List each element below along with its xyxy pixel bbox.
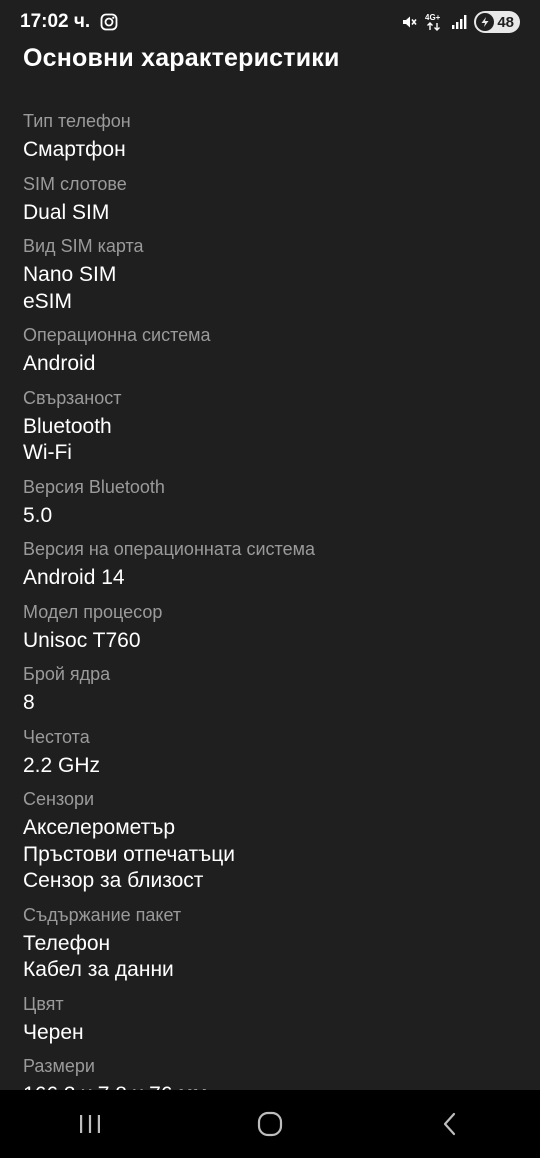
spec-label: Съдържание пакет (23, 904, 182, 925)
back-button[interactable] (410, 1099, 490, 1149)
spec-value: Пръстови отпечатъци (23, 842, 236, 866)
home-button[interactable] (230, 1099, 310, 1149)
recent-apps-button[interactable] (50, 1099, 130, 1149)
spec-bluetooth-version: Версия Bluetooth 5.0 (23, 475, 523, 530)
network-label: 4G+ (425, 13, 441, 22)
status-left: 17:02 ч. (20, 11, 118, 33)
back-icon (439, 1111, 461, 1137)
spec-value: 166.3 x 7.8 x 76 мм (23, 1082, 523, 1090)
spec-label: Размери (23, 1056, 95, 1076)
spec-value: Смартфон (23, 138, 126, 161)
spec-label: Сензори (23, 789, 95, 809)
spec-connectivity: Свързаност Bluetooth Wi-Fi (23, 386, 523, 467)
spec-sim-slots: SIM слотове Dual SIM (23, 172, 523, 227)
spec-label: Версия Bluetooth (23, 476, 165, 497)
spec-frequency: Честота 2.2 GHz (23, 725, 523, 780)
status-right: 4G+ 48 (400, 11, 520, 33)
spec-phone-type: Тип телефон Смартфон (23, 109, 523, 164)
spec-label: Операционна система (23, 325, 211, 345)
page-title: Основни характеристики (23, 44, 340, 72)
status-bar: 17:02 ч. 4G+ 48 (0, 0, 540, 44)
spec-value: Кабел за данни (23, 958, 174, 981)
spec-value: Сензор за близост (23, 869, 204, 892)
spec-value: Android (23, 352, 96, 375)
signal-icon (450, 13, 468, 31)
navigation-bar (0, 1090, 540, 1158)
spec-os-version: Версия на операционната система Android … (23, 537, 523, 592)
spec-value: Android 14 (23, 566, 125, 589)
spec-label: Свързаност (23, 387, 122, 408)
spec-label: Версия на операционната система (23, 539, 315, 559)
spec-sensors: Сензори Акселерометър Пръстови отпечатъц… (23, 787, 523, 895)
spec-processor-model: Модел процесор Unisoc T760 (23, 600, 523, 655)
spec-value: 2.2 GHz (23, 753, 101, 777)
spec-sim-type: Вид SIM карта Nano SIM eSIM (23, 234, 523, 315)
spec-list: Тип телефон Смартфон SIM слотове Dual SI… (23, 109, 523, 1090)
spec-label: Честота (23, 726, 90, 747)
recent-apps-icon (77, 1113, 103, 1135)
network-4g-icon: 4G+ (424, 12, 444, 32)
instagram-icon (100, 13, 118, 31)
spec-value: Dual SIM (23, 200, 110, 224)
mute-icon (400, 13, 418, 31)
spec-value: Телефон (23, 931, 111, 955)
spec-value: Акселерометър (23, 816, 176, 839)
spec-os: Операционна система Android (23, 323, 523, 378)
battery-saver-icon (476, 13, 495, 31)
spec-dimensions: Размери 166.3 x 7.8 x 76 мм (23, 1054, 523, 1090)
spec-value: 8 (23, 691, 35, 714)
spec-value: Bluetooth (23, 414, 112, 438)
spec-value: Nano SIM (23, 263, 117, 286)
spec-core-count: Брой ядра 8 (23, 662, 523, 717)
spec-label: Тип телефон (23, 111, 131, 131)
spec-label: Цвят (23, 993, 64, 1014)
spec-label: Вид SIM карта (23, 236, 144, 256)
spec-color: Цвят Черен (23, 992, 523, 1047)
spec-value: eSIM (23, 289, 73, 313)
spec-package-contents: Съдържание пакет Телефон Кабел за данни (23, 903, 523, 984)
spec-label: SIM слотове (23, 173, 127, 194)
spec-value: Unisoc T760 (23, 628, 141, 652)
spec-value: Wi-Fi (23, 441, 72, 464)
status-time: 17:02 ч. (20, 11, 91, 32)
spec-label: Брой ядра (23, 664, 111, 684)
spec-value: 5.0 (23, 503, 53, 527)
spec-label: Модел процесор (23, 601, 163, 622)
spec-value: Черен (23, 1020, 84, 1044)
battery-level: 48 (497, 13, 514, 31)
battery-indicator: 48 (474, 11, 520, 33)
home-icon (256, 1110, 284, 1138)
